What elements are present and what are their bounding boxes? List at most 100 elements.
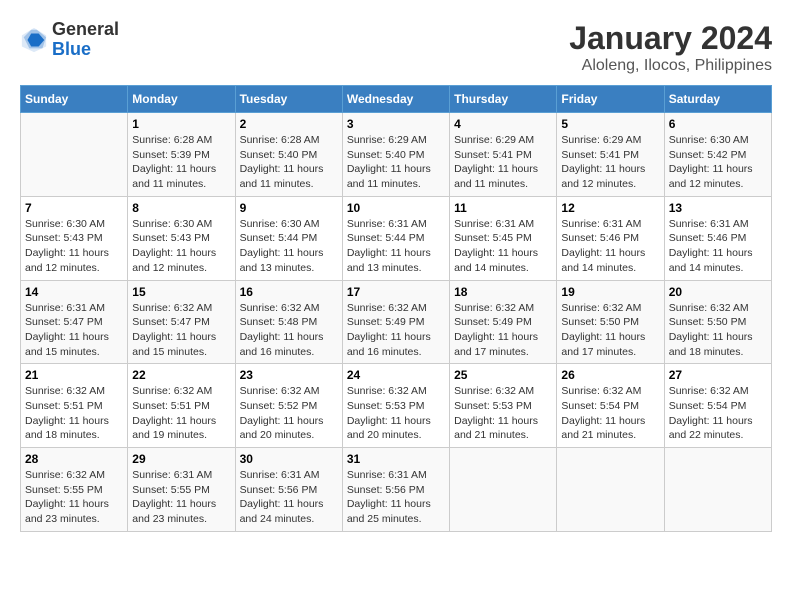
day-number: 31 [347, 452, 445, 466]
calendar-cell: 26Sunrise: 6:32 AMSunset: 5:54 PMDayligh… [557, 364, 664, 448]
calendar-header-row: SundayMondayTuesdayWednesdayThursdayFrid… [21, 86, 772, 113]
calendar-cell: 23Sunrise: 6:32 AMSunset: 5:52 PMDayligh… [235, 364, 342, 448]
week-row-3: 14 Sunrise: 6:31 AMSunset: 5:47 PMDayligh… [21, 280, 772, 364]
calendar-cell: 29Sunrise: 6:31 AMSunset: 5:55 PMDayligh… [128, 448, 235, 532]
week-row-1: 1 Sunrise: 6:28 AMSunset: 5:39 PMDaylight… [21, 113, 772, 197]
calendar-cell: 27 Sunrise: 6:32 AMSunset: 5:54 PMDayligh… [664, 364, 771, 448]
day-number: 25 [454, 368, 552, 382]
day-info: Sunrise: 6:31 AMSunset: 5:56 PMDaylight:… [240, 468, 338, 527]
day-number: 19 [561, 285, 659, 299]
calendar-cell: 3 Sunrise: 6:29 AMSunset: 5:40 PMDaylight… [342, 113, 449, 197]
calendar-cell: 10Sunrise: 6:31 AMSunset: 5:44 PMDayligh… [342, 196, 449, 280]
subtitle: Aloleng, Ilocos, Philippines [569, 57, 772, 75]
logo-line2: Blue [52, 40, 119, 60]
day-info: Sunrise: 6:31 AMSunset: 5:45 PMDaylight:… [454, 217, 552, 276]
calendar-cell [450, 448, 557, 532]
calendar-cell [21, 113, 128, 197]
week-row-5: 28Sunrise: 6:32 AMSunset: 5:55 PMDayligh… [21, 448, 772, 532]
header-friday: Friday [557, 86, 664, 113]
day-info: Sunrise: 6:28 AMSunset: 5:40 PMDaylight:… [240, 133, 338, 192]
day-number: 9 [240, 201, 338, 215]
calendar-cell: 15Sunrise: 6:32 AMSunset: 5:47 PMDayligh… [128, 280, 235, 364]
day-info: Sunrise: 6:31 AMSunset: 5:47 PMDaylight:… [25, 301, 123, 360]
logo-line1: General [52, 20, 119, 40]
day-info: Sunrise: 6:32 AMSunset: 5:55 PMDaylight:… [25, 468, 123, 527]
day-number: 12 [561, 201, 659, 215]
calendar-cell: 1 Sunrise: 6:28 AMSunset: 5:39 PMDaylight… [128, 113, 235, 197]
day-number: 16 [240, 285, 338, 299]
calendar-cell: 20 Sunrise: 6:32 AMSunset: 5:50 PMDayligh… [664, 280, 771, 364]
calendar-cell: 31 Sunrise: 6:31 AMSunset: 5:56 PMDayligh… [342, 448, 449, 532]
day-number: 26 [561, 368, 659, 382]
day-info: Sunrise: 6:31 AMSunset: 5:56 PMDaylight:… [347, 468, 445, 527]
day-number: 22 [132, 368, 230, 382]
day-info: Sunrise: 6:32 AMSunset: 5:50 PMDaylight:… [669, 301, 767, 360]
calendar-cell: 24 Sunrise: 6:32 AMSunset: 5:53 PMDayligh… [342, 364, 449, 448]
day-info: Sunrise: 6:31 AMSunset: 5:55 PMDaylight:… [132, 468, 230, 527]
day-info: Sunrise: 6:30 AMSunset: 5:42 PMDaylight:… [669, 133, 767, 192]
day-info: Sunrise: 6:30 AMSunset: 5:43 PMDaylight:… [25, 217, 123, 276]
calendar-cell: 14 Sunrise: 6:31 AMSunset: 5:47 PMDayligh… [21, 280, 128, 364]
calendar-cell: 12 Sunrise: 6:31 AMSunset: 5:46 PMDayligh… [557, 196, 664, 280]
day-info: Sunrise: 6:32 AMSunset: 5:54 PMDaylight:… [669, 384, 767, 443]
day-number: 7 [25, 201, 123, 215]
calendar-cell: 16 Sunrise: 6:32 AMSunset: 5:48 PMDayligh… [235, 280, 342, 364]
page-header: General Blue January 2024 Aloleng, Iloco… [20, 20, 772, 75]
calendar-cell: 9 Sunrise: 6:30 AMSunset: 5:44 PMDaylight… [235, 196, 342, 280]
header-thursday: Thursday [450, 86, 557, 113]
calendar-cell: 30 Sunrise: 6:31 AMSunset: 5:56 PMDayligh… [235, 448, 342, 532]
main-title: January 2024 [569, 20, 772, 57]
calendar-cell: 8Sunrise: 6:30 AMSunset: 5:43 PMDaylight… [128, 196, 235, 280]
header-saturday: Saturday [664, 86, 771, 113]
day-number: 23 [240, 368, 338, 382]
calendar-cell: 4 Sunrise: 6:29 AMSunset: 5:41 PMDaylight… [450, 113, 557, 197]
day-info: Sunrise: 6:30 AMSunset: 5:43 PMDaylight:… [132, 217, 230, 276]
day-info: Sunrise: 6:32 AMSunset: 5:49 PMDaylight:… [454, 301, 552, 360]
header-monday: Monday [128, 86, 235, 113]
day-number: 3 [347, 117, 445, 131]
calendar-cell: 21 Sunrise: 6:32 AMSunset: 5:51 PMDayligh… [21, 364, 128, 448]
day-number: 15 [132, 285, 230, 299]
calendar-cell [557, 448, 664, 532]
calendar-cell: 11 Sunrise: 6:31 AMSunset: 5:45 PMDayligh… [450, 196, 557, 280]
calendar-table: SundayMondayTuesdayWednesdayThursdayFrid… [20, 85, 772, 532]
calendar-cell: 5 Sunrise: 6:29 AMSunset: 5:41 PMDaylight… [557, 113, 664, 197]
day-number: 11 [454, 201, 552, 215]
day-info: Sunrise: 6:32 AMSunset: 5:53 PMDaylight:… [347, 384, 445, 443]
day-number: 5 [561, 117, 659, 131]
day-info: Sunrise: 6:32 AMSunset: 5:51 PMDaylight:… [25, 384, 123, 443]
calendar-cell: 19Sunrise: 6:32 AMSunset: 5:50 PMDayligh… [557, 280, 664, 364]
day-number: 21 [25, 368, 123, 382]
day-number: 18 [454, 285, 552, 299]
header-sunday: Sunday [21, 86, 128, 113]
day-number: 24 [347, 368, 445, 382]
day-number: 1 [132, 117, 230, 131]
day-info: Sunrise: 6:32 AMSunset: 5:48 PMDaylight:… [240, 301, 338, 360]
calendar-cell: 22 Sunrise: 6:32 AMSunset: 5:51 PMDayligh… [128, 364, 235, 448]
day-info: Sunrise: 6:31 AMSunset: 5:46 PMDaylight:… [561, 217, 659, 276]
day-number: 13 [669, 201, 767, 215]
calendar-cell: 17Sunrise: 6:32 AMSunset: 5:49 PMDayligh… [342, 280, 449, 364]
calendar-cell: 25 Sunrise: 6:32 AMSunset: 5:53 PMDayligh… [450, 364, 557, 448]
day-info: Sunrise: 6:29 AMSunset: 5:41 PMDaylight:… [561, 133, 659, 192]
calendar-cell: 13Sunrise: 6:31 AMSunset: 5:46 PMDayligh… [664, 196, 771, 280]
day-number: 14 [25, 285, 123, 299]
day-info: Sunrise: 6:32 AMSunset: 5:51 PMDaylight:… [132, 384, 230, 443]
day-number: 20 [669, 285, 767, 299]
day-info: Sunrise: 6:32 AMSunset: 5:53 PMDaylight:… [454, 384, 552, 443]
week-row-4: 21 Sunrise: 6:32 AMSunset: 5:51 PMDayligh… [21, 364, 772, 448]
day-number: 30 [240, 452, 338, 466]
day-number: 27 [669, 368, 767, 382]
day-info: Sunrise: 6:28 AMSunset: 5:39 PMDaylight:… [132, 133, 230, 192]
day-number: 6 [669, 117, 767, 131]
day-info: Sunrise: 6:29 AMSunset: 5:41 PMDaylight:… [454, 133, 552, 192]
logo-text: General Blue [52, 20, 119, 60]
calendar-cell: 2Sunrise: 6:28 AMSunset: 5:40 PMDaylight… [235, 113, 342, 197]
logo: General Blue [20, 20, 119, 60]
calendar-cell [664, 448, 771, 532]
calendar-cell: 7 Sunrise: 6:30 AMSunset: 5:43 PMDaylight… [21, 196, 128, 280]
day-number: 4 [454, 117, 552, 131]
day-info: Sunrise: 6:30 AMSunset: 5:44 PMDaylight:… [240, 217, 338, 276]
calendar-cell: 18 Sunrise: 6:32 AMSunset: 5:49 PMDayligh… [450, 280, 557, 364]
day-info: Sunrise: 6:29 AMSunset: 5:40 PMDaylight:… [347, 133, 445, 192]
